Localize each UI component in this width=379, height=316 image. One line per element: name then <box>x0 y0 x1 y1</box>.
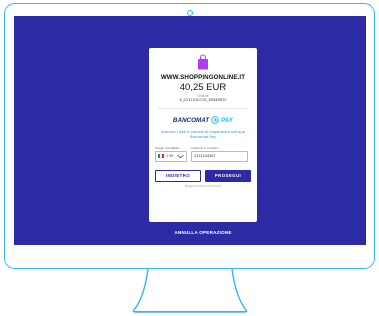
monitor-stand <box>132 268 248 313</box>
phone-form: Scegli il prefisso +39 Inserisci il nume… <box>155 146 251 162</box>
instructions-text: Inserisci i dati e procedi al pagamento … <box>161 130 245 139</box>
back-button[interactable]: INDIETRO <box>155 169 201 182</box>
logo-pay-text: PAY <box>221 116 234 124</box>
continue-button[interactable]: PROSEGUI <box>205 169 251 182</box>
prefix-field: Scegli il prefisso +39 <box>155 146 187 162</box>
bancomat-pay-logo: BANCOMAT PAY <box>173 116 233 124</box>
logo-bancomat-text: BANCOMAT <box>172 116 210 124</box>
payment-amount: 40,25 EUR <box>179 82 227 93</box>
number-label: Inserisci il numero <box>191 145 219 150</box>
prefix-label: Scegli il prefisso <box>155 145 180 150</box>
phone-number-input[interactable] <box>191 150 248 162</box>
card-divider <box>158 108 248 109</box>
prefix-value: +39 <box>166 154 174 159</box>
shopping-bag-icon <box>198 54 208 70</box>
illustration-stage: WWW.SHOPPINGONLINE.IT 40,25 EUR Ordine S… <box>0 0 379 316</box>
provider-note: Pagamento Bancomat Italia <box>185 184 221 188</box>
prefix-select[interactable]: +39 <box>155 150 187 162</box>
chevron-down-icon <box>177 154 184 158</box>
merchant-name: WWW.SHOPPINGONLINE.IT <box>160 74 246 81</box>
payment-card: WWW.SHOPPINGONLINE.IT 40,25 EUR Ordine S… <box>149 48 257 222</box>
bancomat-arrow-icon <box>211 116 220 124</box>
cancel-operation-link[interactable]: ANNULLA OPERAZIONE <box>149 230 257 235</box>
stand-base <box>134 311 246 312</box>
order-id: S_0111010710_38349870 <box>179 98 227 102</box>
number-field: Inserisci il numero <box>191 146 248 162</box>
action-buttons: INDIETRO PROSEGUI <box>155 169 251 182</box>
italy-flag-icon <box>158 154 164 159</box>
